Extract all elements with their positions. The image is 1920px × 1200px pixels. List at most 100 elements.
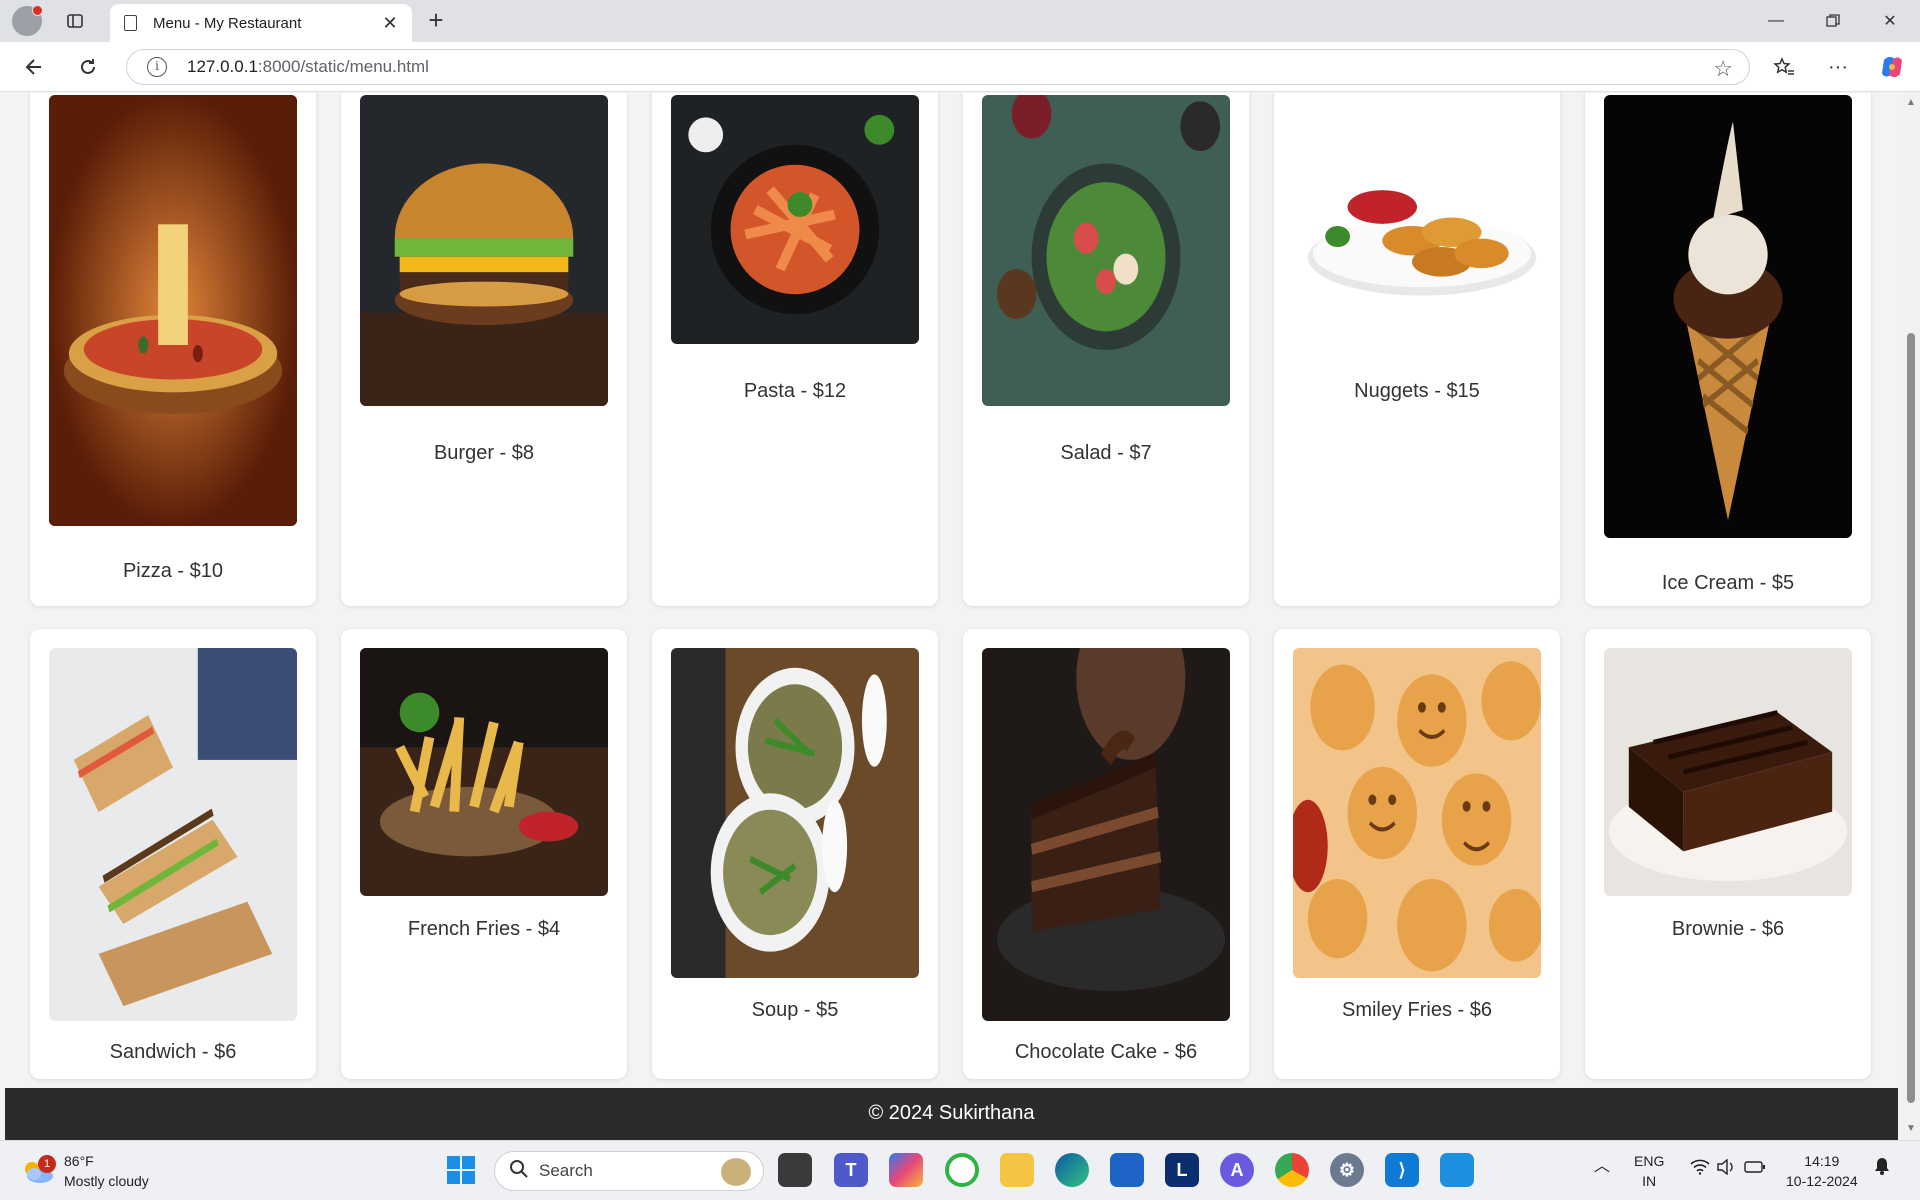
menu-item-caption: Brownie - $6 bbox=[1671, 918, 1785, 940]
smiley-photo-icon bbox=[1293, 648, 1541, 978]
edge-browser-icon[interactable] bbox=[1055, 1153, 1089, 1187]
volume-icon[interactable] bbox=[1716, 1158, 1736, 1180]
menu-card-soup: Soup - $5 bbox=[652, 629, 938, 1079]
footer: © 2024 Sukirthana bbox=[5, 1088, 1898, 1140]
battery-icon[interactable] bbox=[1744, 1159, 1766, 1179]
wifi-icon[interactable] bbox=[1690, 1159, 1710, 1180]
menu-card-sandwich: Sandwich - $6 bbox=[30, 629, 316, 1079]
reload-button[interactable] bbox=[70, 49, 106, 85]
site-info-icon[interactable]: i bbox=[147, 57, 167, 77]
chrome-icon[interactable] bbox=[1275, 1153, 1309, 1187]
close-tab-icon[interactable]: ✕ bbox=[378, 13, 402, 34]
menu-card-smiley: Smiley Fries - $6 bbox=[1274, 629, 1560, 1079]
clock-time: 14:19 bbox=[1804, 1153, 1840, 1169]
menu-item-image bbox=[1604, 95, 1852, 538]
taskbar-search[interactable]: Search bbox=[494, 1151, 764, 1191]
menu-item-image bbox=[1293, 131, 1541, 342]
weather-badge: 1 bbox=[38, 1155, 56, 1173]
arc-app-icon[interactable]: A bbox=[1220, 1153, 1254, 1187]
page-icon bbox=[124, 15, 137, 31]
menu-item-image bbox=[360, 95, 608, 406]
scroll-down-arrow-icon[interactable]: ▼ bbox=[1906, 1123, 1916, 1134]
address-bar[interactable]: i 127.0.0.1:8000/static/menu.html ☆ bbox=[126, 49, 1750, 85]
menu-item-image bbox=[671, 648, 919, 978]
menu-item-caption: Soup - $5 bbox=[751, 999, 839, 1021]
weather-widget[interactable]: 1 86°F Mostly cloudy bbox=[20, 1151, 149, 1191]
l-app-icon[interactable]: L bbox=[1165, 1153, 1199, 1187]
browser-title-bar: Menu - My Restaurant ✕ + — ✕ bbox=[0, 0, 1920, 42]
icecream-photo-icon bbox=[1604, 95, 1852, 538]
menu-card-burger: Burger - $8 bbox=[341, 93, 627, 606]
menu-item-image bbox=[360, 648, 608, 896]
menu-item-image bbox=[1604, 648, 1852, 896]
menu-card-pasta: Pasta - $12 bbox=[652, 93, 938, 606]
pizza-photo-icon bbox=[49, 95, 297, 526]
menu-card-cake: Chocolate Cake - $6 bbox=[963, 629, 1249, 1079]
menu-card-fries: French Fries - $4 bbox=[341, 629, 627, 1079]
menu-item-image bbox=[49, 95, 297, 526]
menu-card-brownie: Brownie - $6 bbox=[1585, 629, 1871, 1079]
fries-photo-icon bbox=[360, 648, 608, 896]
back-button[interactable] bbox=[16, 49, 52, 85]
menu-item-caption: Burger - $8 bbox=[433, 442, 535, 464]
menu-item-image bbox=[982, 648, 1230, 1021]
menu-item-caption: Pasta - $12 bbox=[743, 380, 847, 402]
favorites-icon[interactable] bbox=[1766, 49, 1802, 85]
paint-app-icon[interactable] bbox=[1440, 1153, 1474, 1187]
minimize-button[interactable]: — bbox=[1748, 0, 1804, 42]
search-label: Search bbox=[539, 1161, 593, 1180]
menu-item-caption: Pizza - $10 bbox=[122, 560, 224, 582]
menu-item-caption: Nuggets - $15 bbox=[1354, 380, 1480, 402]
new-tab-button[interactable]: + bbox=[420, 6, 452, 36]
menu-card-icecream: Ice Cream - $5 bbox=[1585, 93, 1871, 606]
search-icon bbox=[509, 1159, 529, 1184]
tab-actions-icon[interactable] bbox=[60, 6, 90, 36]
windows-start-icon[interactable] bbox=[444, 1153, 478, 1187]
more-options-icon[interactable]: ··· bbox=[1820, 49, 1856, 85]
browser-toolbar: i 127.0.0.1:8000/static/menu.html ☆ ··· bbox=[0, 42, 1920, 92]
menu-card-nuggets: Nuggets - $15 bbox=[1274, 93, 1560, 606]
cloud-icon: 1 bbox=[20, 1155, 56, 1185]
menu-item-caption: Sandwich - $6 bbox=[109, 1041, 237, 1063]
restore-button[interactable] bbox=[1805, 0, 1861, 42]
weather-temp: 86°F bbox=[64, 1153, 94, 1169]
menu-item-image bbox=[671, 95, 919, 344]
menu-item-caption: Salad - $7 bbox=[1060, 442, 1152, 464]
file-explorer-icon[interactable] bbox=[1000, 1153, 1034, 1187]
menu-card-pizza: Pizza - $10 bbox=[30, 93, 316, 606]
task-view-icon[interactable] bbox=[778, 1153, 812, 1187]
sandwich-photo-icon bbox=[49, 648, 297, 1021]
vscode-icon[interactable]: ⟩ bbox=[1385, 1153, 1419, 1187]
favorite-star-icon[interactable]: ☆ bbox=[1713, 56, 1733, 82]
profile-avatar-icon[interactable] bbox=[12, 5, 43, 36]
footer-text: © 2024 Sukirthana bbox=[868, 1102, 1035, 1124]
tab-menu[interactable]: Menu - My Restaurant ✕ bbox=[110, 4, 412, 42]
brownie-photo-icon bbox=[1604, 648, 1852, 896]
close-window-button[interactable]: ✕ bbox=[1862, 0, 1918, 42]
windows-taskbar: 1 86°F Mostly cloudy Search T L A ⚙ ⟩ ︿ … bbox=[0, 1140, 1920, 1200]
burger-photo-icon bbox=[360, 95, 608, 406]
show-hidden-icons-chevron-icon[interactable]: ︿ bbox=[1594, 1157, 1610, 1177]
microsoft-store-icon[interactable] bbox=[1110, 1153, 1144, 1187]
menu-item-image bbox=[982, 95, 1230, 406]
vertical-scrollbar[interactable]: ▲ ▼ bbox=[1902, 93, 1920, 1140]
cake-photo-icon bbox=[982, 648, 1230, 1021]
clock-date: 10-12-2024 bbox=[1786, 1173, 1858, 1189]
menu-card-salad: Salad - $7 bbox=[963, 93, 1249, 606]
language-indicator[interactable]: ENG IN bbox=[1634, 1151, 1664, 1191]
teams-icon[interactable]: T bbox=[834, 1153, 868, 1187]
url-text: 127.0.0.1:8000/static/menu.html bbox=[187, 57, 429, 76]
notification-bell-icon[interactable] bbox=[1874, 1157, 1890, 1180]
menu-item-caption: Chocolate Cake - $6 bbox=[1014, 1041, 1198, 1063]
menu-item-caption: French Fries - $4 bbox=[407, 918, 561, 940]
clock[interactable]: 14:19 10-12-2024 bbox=[1786, 1151, 1858, 1191]
copilot-icon[interactable] bbox=[1874, 49, 1910, 85]
refresh-app-icon[interactable] bbox=[945, 1153, 979, 1187]
soup-photo-icon bbox=[671, 648, 919, 978]
copilot-app-icon[interactable] bbox=[889, 1153, 923, 1187]
salad-photo-icon bbox=[982, 95, 1230, 406]
scroll-up-arrow-icon[interactable]: ▲ bbox=[1906, 97, 1916, 108]
settings-gear-icon[interactable]: ⚙ bbox=[1330, 1153, 1364, 1187]
scrollbar-thumb[interactable] bbox=[1907, 333, 1915, 1103]
nuggets-photo-icon bbox=[1293, 131, 1541, 342]
